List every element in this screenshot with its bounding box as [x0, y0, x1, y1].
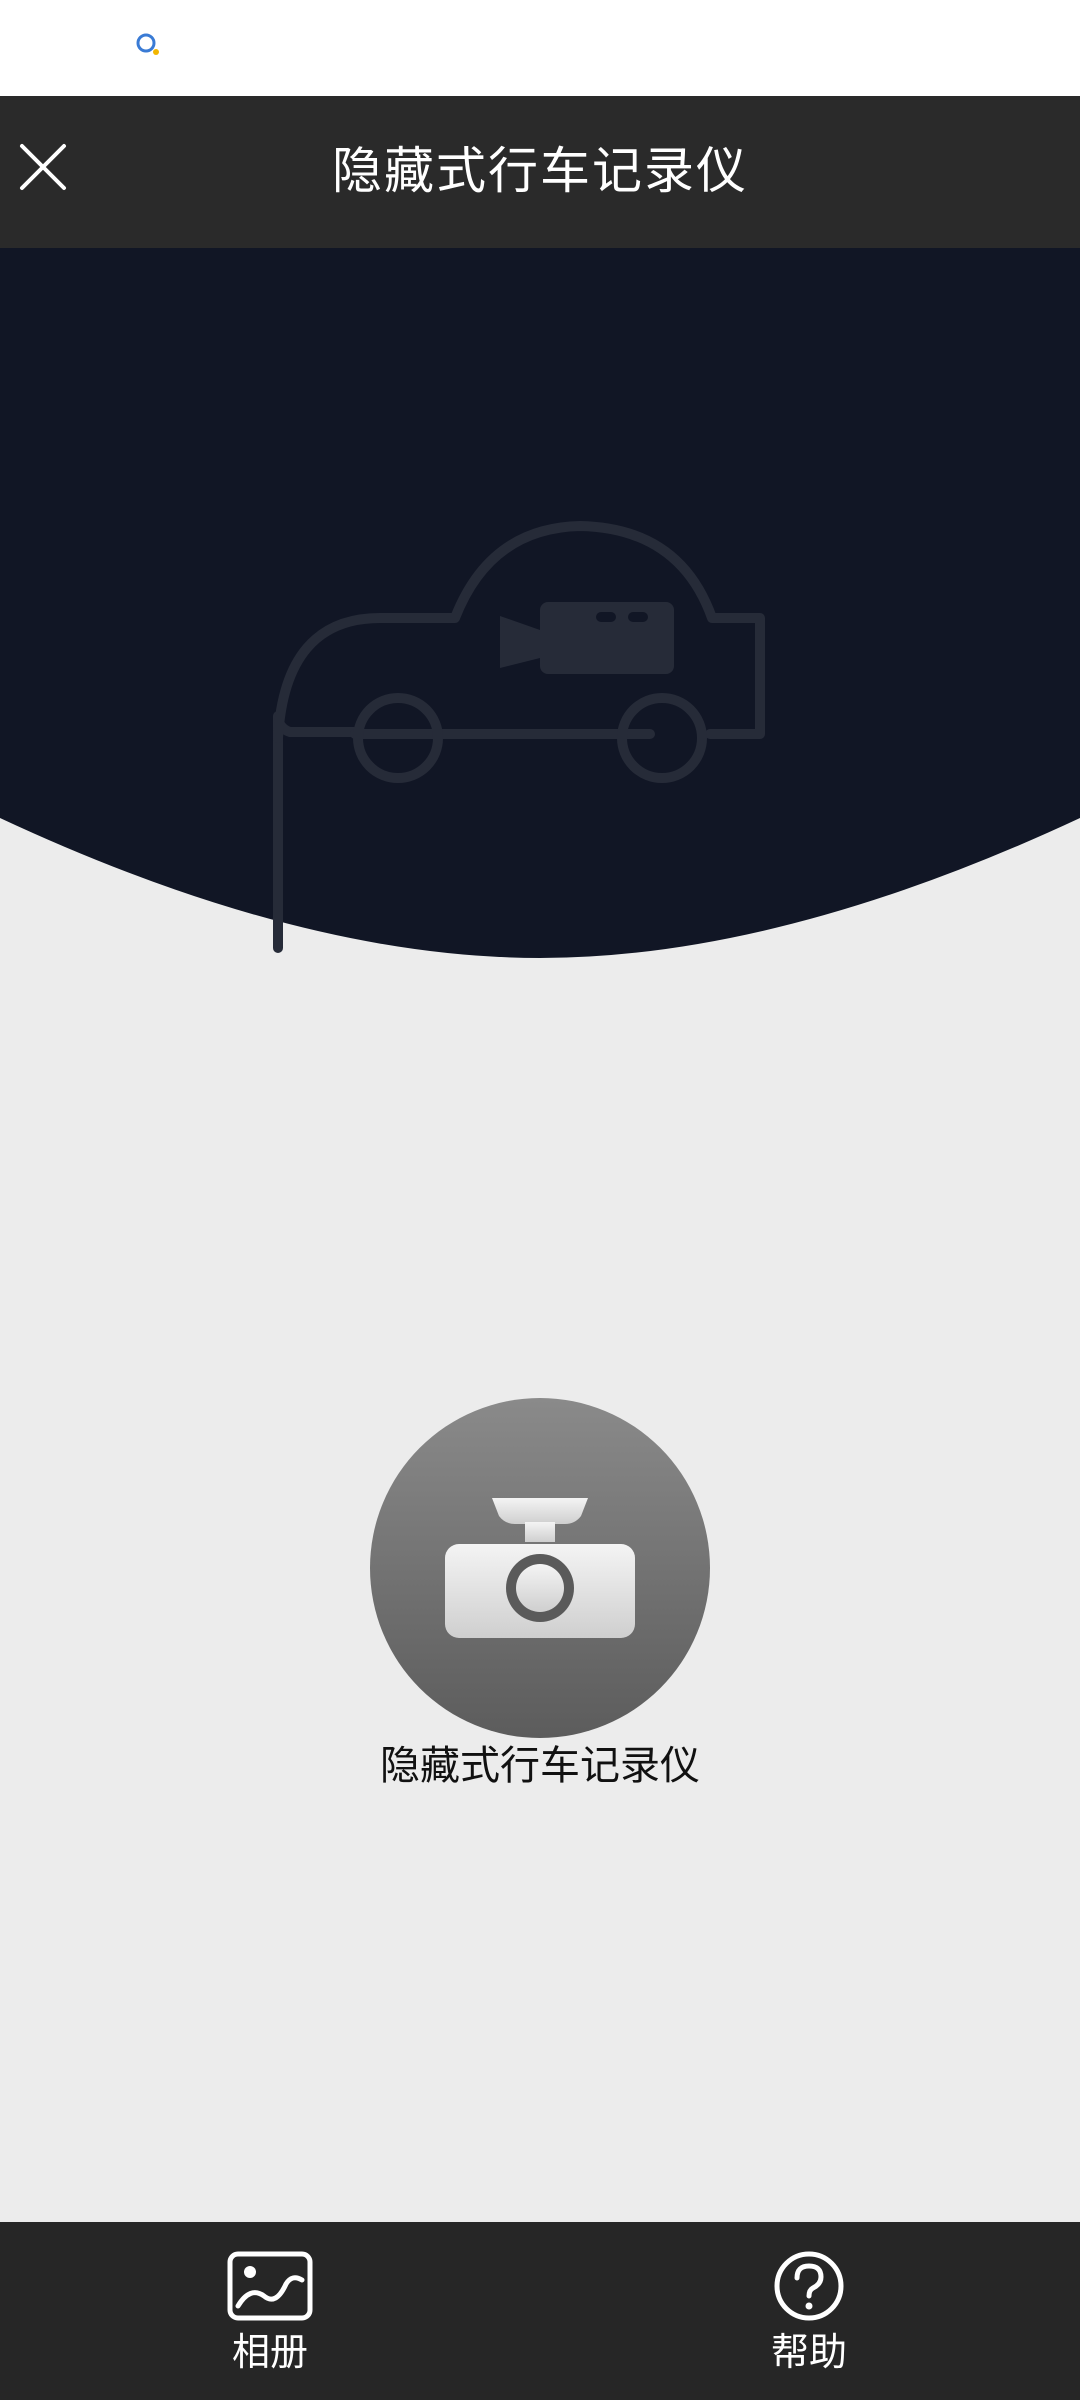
tab-help[interactable]: 帮助: [709, 2222, 909, 2400]
device-circle: [370, 1398, 710, 1738]
close-icon: [20, 144, 66, 190]
screen: 隐藏式行车记录仪 隐藏式行车记录仪 相册 帮助: [0, 0, 1080, 2400]
device-label: 隐藏式行车记录仪: [380, 1743, 700, 1789]
bottom-nav: 相册 帮助: [0, 2222, 1080, 2400]
help-question-icon: [774, 2251, 844, 2321]
tab-help-label: 帮助: [770, 2330, 847, 2374]
device-entry-button[interactable]: 隐藏式行车记录仪: [370, 1398, 710, 1798]
dashcam-icon: [445, 1498, 635, 1638]
tab-album[interactable]: 相册: [170, 2222, 370, 2400]
album-image-icon: [227, 2251, 313, 2321]
app-header: 隐藏式行车记录仪: [0, 96, 1080, 248]
hero-banner: [0, 248, 1080, 958]
close-button[interactable]: [14, 138, 72, 196]
status-bar: [0, 0, 1080, 96]
tab-album-label: 相册: [231, 2330, 308, 2374]
page-title: 隐藏式行车记录仪: [332, 142, 748, 200]
chat-bubble-icon: [136, 33, 159, 55]
